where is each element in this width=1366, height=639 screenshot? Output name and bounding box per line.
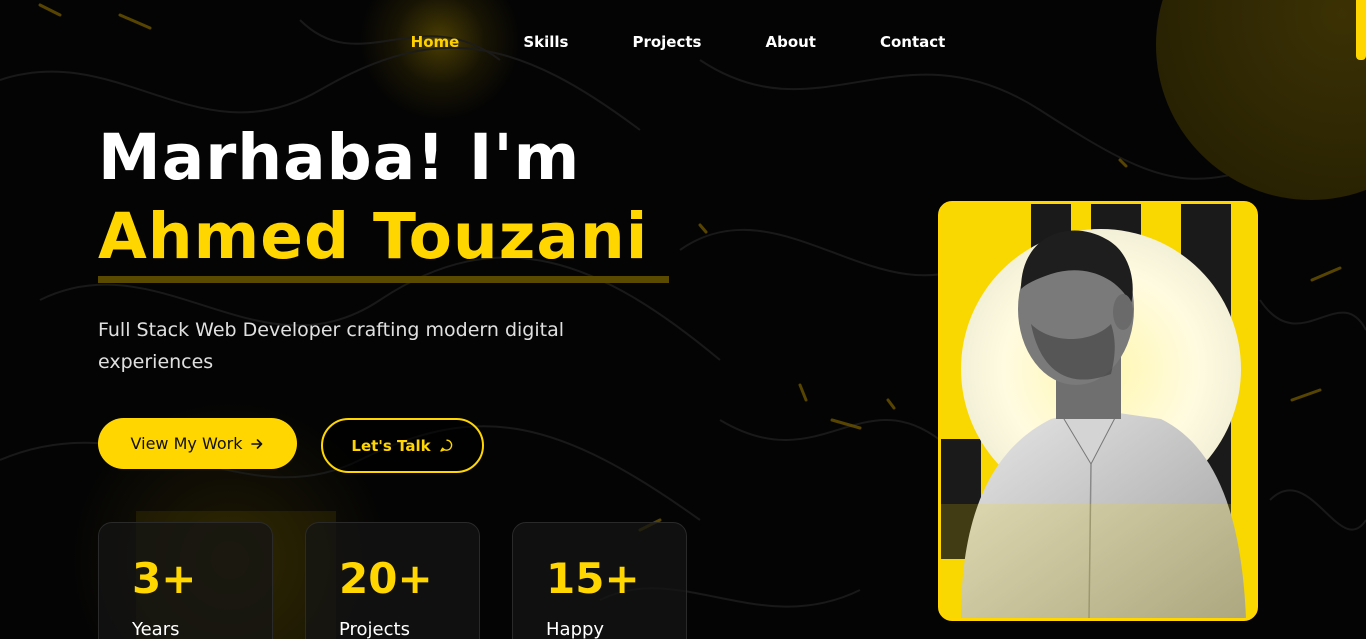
nav-contact-link[interactable]: Contact: [848, 30, 977, 54]
stat-label: Happy: [546, 619, 605, 639]
view-my-work-button[interactable]: View My Work: [98, 418, 297, 469]
stat-card-years: 3+ Years: [98, 522, 273, 639]
view-my-work-label: View My Work: [130, 434, 243, 453]
lets-talk-button[interactable]: Let's Talk: [321, 418, 484, 473]
stat-value: 3+: [132, 554, 197, 603]
hero-subtitle: Full Stack Web Developer crafting modern…: [98, 319, 565, 373]
lets-talk-label: Let's Talk: [351, 436, 431, 455]
nav-about-link[interactable]: About: [733, 30, 848, 54]
nav-skills-link[interactable]: Skills: [491, 30, 600, 54]
main-nav: Home Skills Projects About Contact: [0, 30, 1366, 54]
hero-name: Ahmed Touzani: [98, 200, 649, 273]
arrow-right-icon: [250, 437, 264, 451]
stat-label: Years: [132, 619, 180, 639]
name-underline: [98, 276, 669, 283]
profile-illustration: [941, 204, 1255, 618]
hero-greeting: Marhaba! I'm: [98, 121, 581, 194]
stat-card-happy: 15+ Happy: [512, 522, 687, 639]
stat-label: Projects: [339, 619, 410, 639]
nav-projects-link[interactable]: Projects: [600, 30, 733, 54]
page: Home Skills Projects About Contact Marha…: [0, 0, 1366, 639]
stat-value: 20+: [339, 554, 433, 603]
chat-bubble-icon: [439, 438, 454, 453]
stat-value: 15+: [546, 554, 640, 603]
nav-home-link[interactable]: Home: [379, 30, 492, 54]
profile-photo: [938, 201, 1258, 621]
stat-card-projects: 20+ Projects: [305, 522, 480, 639]
